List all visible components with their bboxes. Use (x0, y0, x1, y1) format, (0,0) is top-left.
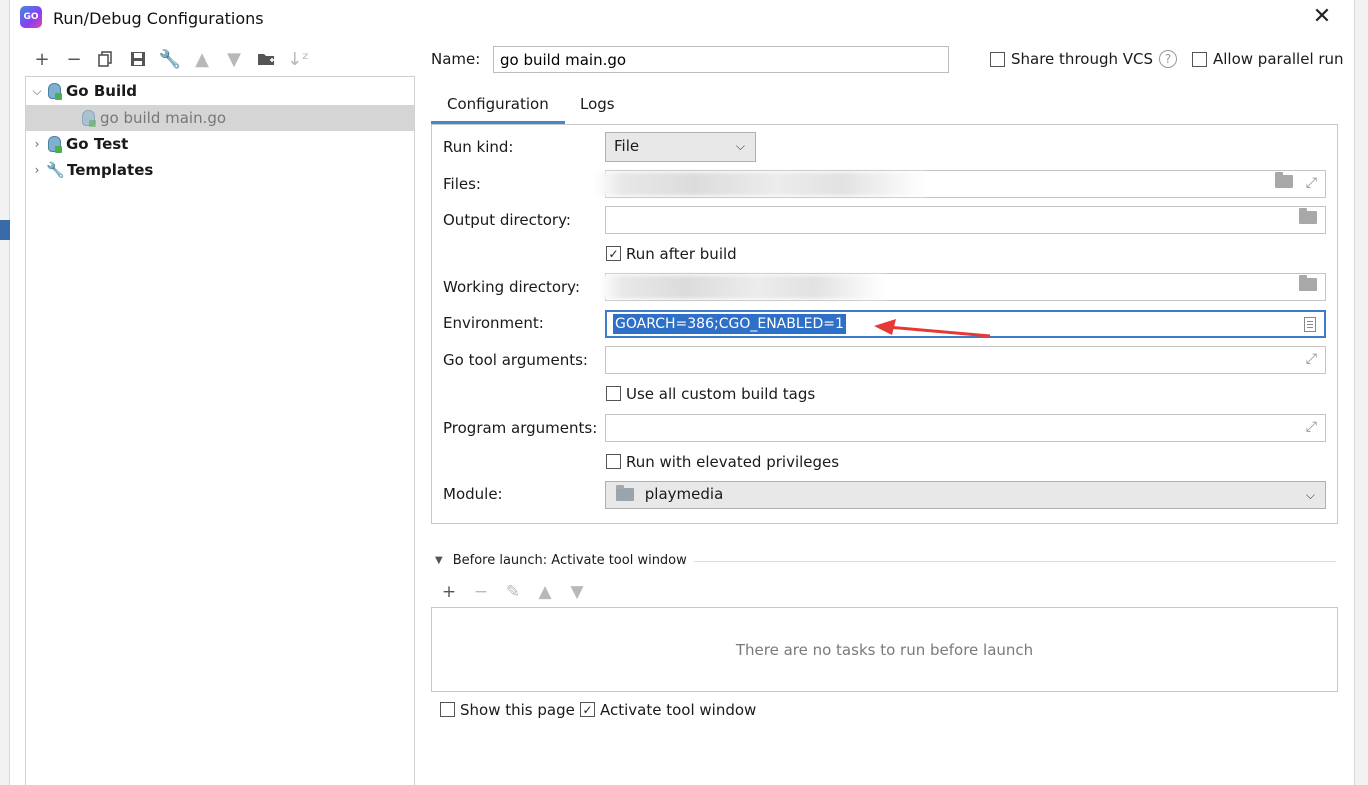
config-toolbar: + − 🔧 ▲ ▼ ↓ᶻ (30, 46, 310, 74)
share-vcs-label: Share through VCS (1011, 50, 1154, 68)
show-page-label: Show this page (460, 701, 575, 719)
move-up-icon[interactable]: ▲ (190, 46, 214, 72)
go-tool-arguments-field[interactable]: ⤢ (605, 346, 1326, 374)
tab-logs[interactable]: Logs (564, 94, 631, 124)
working-directory-label: Working directory: (443, 278, 581, 296)
elevated-privileges-checkbox[interactable] (606, 454, 621, 469)
activate-tool-window-checkbox[interactable]: ✓ (580, 702, 595, 717)
chevron-down-icon: ⌵ (1305, 488, 1315, 502)
tree-item-label: Templates (67, 161, 154, 179)
program-arguments-label: Program arguments: (443, 419, 598, 437)
configuration-tree: ⌵ Go Build go build main.go › Go Test › … (25, 76, 415, 785)
tree-item-go-build-main[interactable]: go build main.go (26, 105, 414, 131)
before-launch-title: Before launch: Activate tool window (452, 553, 687, 568)
activate-tool-window-label: Activate tool window (600, 701, 757, 719)
before-launch-header[interactable]: ▼ Before launch: Activate tool window (435, 553, 687, 568)
edit-variables-icon[interactable] (1304, 317, 1316, 332)
redacted-path (595, 172, 925, 196)
expand-icon[interactable]: ⤢ (1306, 175, 1317, 191)
chevron-right-icon[interactable]: › (28, 163, 46, 177)
remove-icon[interactable]: − (62, 46, 86, 72)
show-page-checkbox[interactable] (440, 702, 455, 717)
dialog-title: Run/Debug Configurations (53, 9, 264, 28)
collapse-triangle-icon[interactable]: ▼ (435, 555, 443, 566)
share-vcs-checkbox[interactable] (990, 52, 1005, 67)
save-icon[interactable] (126, 46, 150, 72)
go-build-icon (46, 82, 62, 100)
module-folder-icon (616, 485, 634, 501)
before-launch-toolbar: + − ✎ ▲ ▼ (437, 580, 589, 604)
name-input[interactable] (493, 46, 949, 73)
run-debug-dialog: GO Run/Debug Configurations ✕ + − 🔧 ▲ ▼ … (10, 0, 1354, 785)
help-icon[interactable]: ? (1159, 50, 1177, 68)
remove-task-icon[interactable]: − (469, 580, 493, 604)
edit-task-icon[interactable]: ✎ (501, 580, 525, 604)
elevated-privileges-label: Run with elevated privileges (626, 453, 840, 471)
files-label: Files: (443, 175, 481, 193)
title-bar: GO Run/Debug Configurations ✕ (10, 0, 1354, 36)
module-value: playmedia (644, 485, 724, 503)
output-directory-field[interactable] (605, 206, 1326, 234)
close-icon[interactable]: ✕ (1310, 6, 1334, 30)
expand-icon[interactable]: ⤢ (1306, 351, 1317, 367)
chevron-down-icon: ⌵ (735, 139, 745, 153)
sort-icon[interactable]: ↓ᶻ (286, 46, 310, 72)
background-window-strip-right (1354, 0, 1368, 785)
tree-item-label: Go Test (66, 135, 129, 153)
custom-build-tags-checkbox[interactable] (606, 386, 621, 401)
allow-parallel-label: Allow parallel run (1213, 50, 1344, 68)
run-after-build-checkbox[interactable]: ✓ (606, 246, 621, 261)
tree-item-go-test[interactable]: › Go Test (26, 131, 414, 157)
environment-label: Environment: (443, 314, 544, 332)
section-divider (694, 561, 1336, 562)
run-kind-value: File (614, 137, 640, 155)
chevron-right-icon[interactable]: › (28, 137, 46, 151)
go-build-config-icon (80, 109, 96, 127)
background-window-strip (0, 0, 10, 785)
go-test-icon (46, 135, 62, 153)
custom-build-tags-label: Use all custom build tags (626, 385, 816, 403)
tree-item-label: Go Build (66, 82, 137, 100)
environment-value: GOARCH=386;CGO_ENABLED=1 (613, 314, 846, 334)
module-select[interactable]: playmedia ⌵ (605, 481, 1326, 509)
folder-icon[interactable] (1299, 275, 1317, 295)
run-kind-select[interactable]: File ⌵ (605, 132, 756, 162)
tab-configuration[interactable]: Configuration (431, 94, 565, 124)
add-icon[interactable]: + (30, 46, 54, 72)
output-directory-label: Output directory: (443, 211, 571, 229)
allow-parallel-checkbox[interactable] (1192, 52, 1207, 67)
run-kind-label: Run kind: (443, 138, 514, 156)
go-tool-arguments-label: Go tool arguments: (443, 351, 588, 369)
annotation-arrow (874, 319, 991, 338)
move-down-icon[interactable]: ▼ (565, 580, 589, 604)
tree-item-templates[interactable]: › 🔧 Templates (26, 157, 414, 183)
empty-task-text: There are no tasks to run before launch (735, 640, 1034, 659)
wrench-icon[interactable]: 🔧 (158, 46, 182, 72)
tree-item-label: go build main.go (100, 109, 227, 127)
program-arguments-field[interactable]: ⤢ (605, 414, 1326, 442)
wrench-icon: 🔧 (46, 161, 65, 179)
module-label: Module: (443, 485, 503, 503)
folder-icon[interactable] (1275, 172, 1293, 192)
name-label: Name: (431, 50, 481, 68)
move-down-icon[interactable]: ▼ (222, 46, 246, 72)
copy-icon[interactable] (94, 46, 118, 72)
add-task-icon[interactable]: + (437, 580, 461, 604)
expand-icon[interactable]: ⤢ (1306, 419, 1317, 435)
chevron-down-icon[interactable]: ⌵ (28, 84, 46, 99)
before-launch-task-list: There are no tasks to run before launch (431, 607, 1338, 692)
new-folder-icon[interactable] (254, 46, 278, 72)
folder-icon[interactable] (1299, 208, 1317, 228)
move-up-icon[interactable]: ▲ (533, 580, 557, 604)
run-after-build-label: Run after build (626, 245, 737, 263)
background-marker (0, 220, 10, 240)
redacted-path (600, 275, 885, 299)
goland-app-icon: GO (20, 6, 42, 28)
tree-item-go-build[interactable]: ⌵ Go Build (26, 78, 414, 104)
